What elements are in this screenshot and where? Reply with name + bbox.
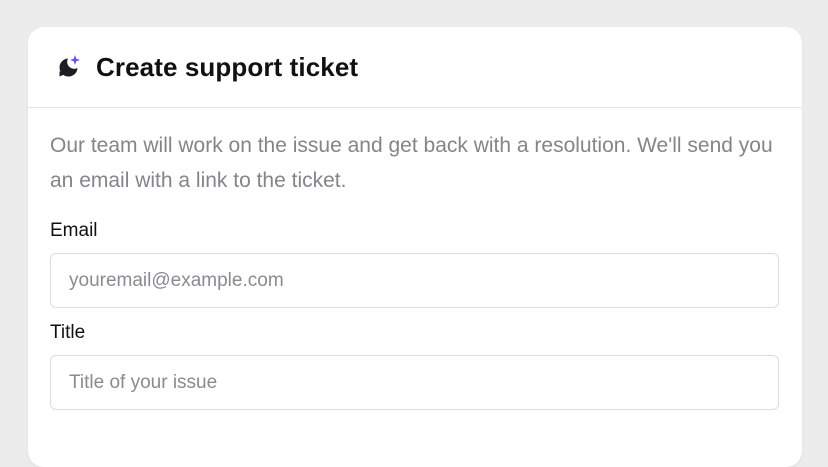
form-description: Our team will work on the issue and get … <box>50 134 773 192</box>
email-input[interactable] <box>50 253 779 308</box>
card-body: Our team will work on the issue and get … <box>28 108 802 410</box>
title-label: Title <box>50 322 86 343</box>
card-header: Create support ticket <box>28 27 802 108</box>
title-input[interactable] <box>50 355 779 410</box>
support-ticket-card: Create support ticket Our team will work… <box>28 27 802 467</box>
email-label: Email <box>50 220 98 241</box>
title-field-group: Title <box>50 322 780 410</box>
moon-sparkle-icon <box>56 54 82 80</box>
email-field-group: Email <box>50 220 780 308</box>
page-title: Create support ticket <box>96 51 359 82</box>
